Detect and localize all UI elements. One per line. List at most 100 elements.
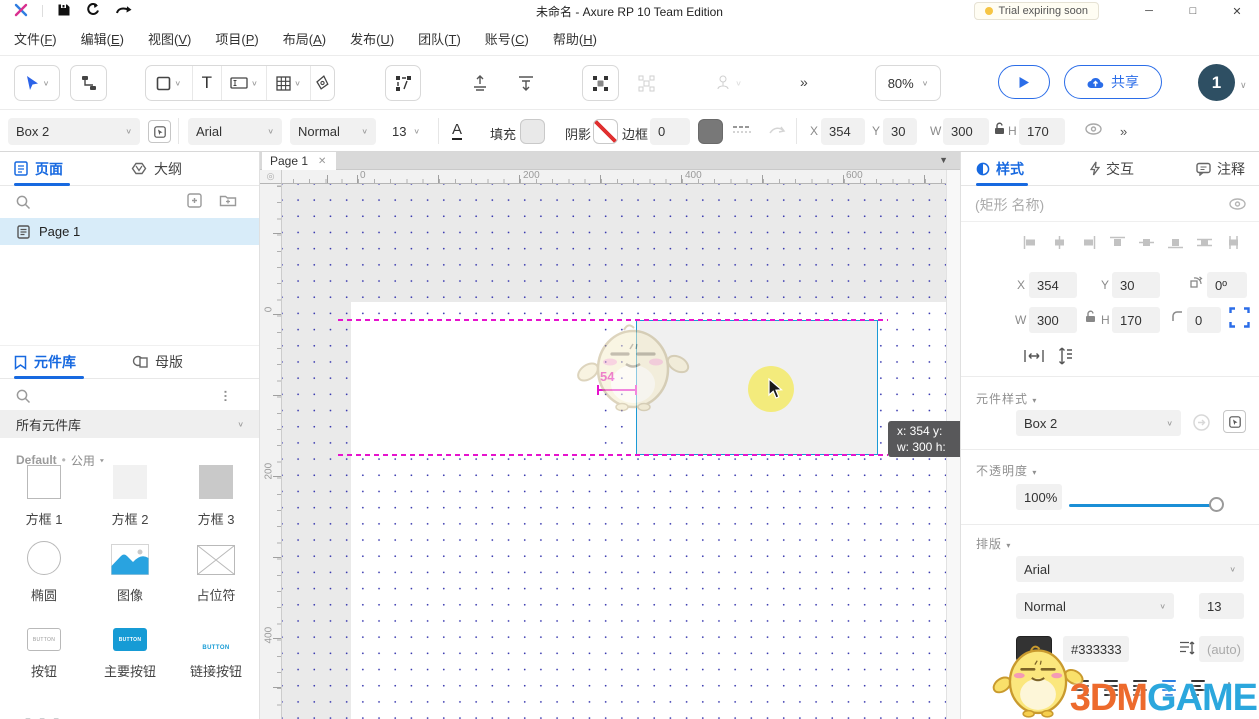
fill-color-swatch[interactable] <box>520 119 545 144</box>
ruler-origin-button[interactable]: ◎ <box>260 170 282 184</box>
widget-h3[interactable]: H3 <box>173 690 259 719</box>
lock-ratio-button[interactable] <box>994 122 1005 138</box>
distribute-button[interactable] <box>508 65 544 101</box>
zoom-select[interactable]: 80%∨ <box>875 65 941 101</box>
tab-masters[interactable]: 母版 <box>132 352 183 372</box>
search-icon[interactable] <box>16 195 31 210</box>
rectangle-tool-button[interactable]: ∨ <box>146 66 193 100</box>
undo-icon[interactable] <box>85 2 101 20</box>
border-width-input[interactable]: 0 <box>650 118 690 145</box>
close-tab-icon[interactable]: ✕ <box>318 156 326 167</box>
widget-primary-button[interactable]: BUTTON主要按钮 <box>87 614 173 690</box>
save-icon[interactable] <box>57 3 71 20</box>
account-chevron-icon[interactable]: ∨ <box>1240 80 1247 91</box>
close-button[interactable]: ✕ <box>1215 0 1259 22</box>
border-color-swatch[interactable] <box>698 119 723 144</box>
corner-radius-input[interactable]: 0 <box>1187 307 1221 333</box>
fit-width-icon[interactable] <box>1023 348 1045 367</box>
y-input[interactable]: 30 <box>883 118 917 145</box>
font-color-button[interactable]: A <box>452 121 462 140</box>
widget-style-header[interactable]: 元件样式 ▾ <box>976 390 1037 407</box>
shape-name-input[interactable]: (矩形 名称) <box>975 195 1044 215</box>
widget-box3[interactable]: 方框 3 <box>173 462 259 538</box>
style-picker-button[interactable] <box>1223 410 1246 433</box>
lock-ratio-icon[interactable] <box>1085 310 1096 326</box>
tab-style[interactable]: 样式 <box>976 159 1024 179</box>
y-input[interactable]: 30 <box>1112 272 1160 298</box>
maximize-button[interactable]: □ <box>1171 0 1215 22</box>
library-menu-button[interactable]: … <box>222 389 237 403</box>
widget-box2[interactable]: 方框 2 <box>87 462 173 538</box>
rotate-icon[interactable] <box>1189 275 1203 292</box>
widget-link-button[interactable]: BUTTON链接按钮 <box>173 614 259 690</box>
edit-points-button[interactable] <box>385 65 421 101</box>
minimize-button[interactable]: ─ <box>1127 0 1171 22</box>
redo-icon[interactable] <box>115 3 133 20</box>
w-input[interactable]: 300 <box>1029 307 1077 333</box>
style-picker-button[interactable] <box>148 120 171 143</box>
canvas-tab-page1[interactable]: Page 1✕ <box>262 152 336 170</box>
font-size-select[interactable]: 13∨ <box>384 118 428 145</box>
menu-item-C[interactable]: 账号(C) <box>485 29 529 48</box>
font-family-select[interactable]: Arial∨ <box>188 118 282 145</box>
widget-h1[interactable]: H1 <box>1 690 87 719</box>
connector-tool-button[interactable] <box>70 65 107 101</box>
text-tool-button[interactable]: T <box>193 66 223 100</box>
typography-header[interactable]: 排版 ▾ <box>976 535 1011 552</box>
menu-item-E[interactable]: 编辑(E) <box>81 29 124 48</box>
menu-item-U[interactable]: 发布(U) <box>350 29 394 48</box>
opacity-header[interactable]: 不透明度 ▾ <box>976 462 1037 479</box>
add-folder-button[interactable] <box>219 193 237 211</box>
propbar-overflow-button[interactable]: » <box>1120 124 1125 139</box>
select-tool-button[interactable]: ∨ <box>14 65 60 101</box>
search-icon[interactable] <box>16 389 31 404</box>
widget-box1[interactable]: 方框 1 <box>1 462 87 538</box>
textfield-tool-button[interactable]: ∨ <box>222 66 267 100</box>
widget-style-select[interactable]: Box 2∨ <box>8 118 140 145</box>
group-button[interactable] <box>582 65 619 101</box>
shadow-swatch[interactable] <box>593 119 618 144</box>
menu-item-A[interactable]: 布局(A) <box>283 29 326 48</box>
add-page-button[interactable] <box>186 193 203 211</box>
font-weight-select[interactable]: Normal∨ <box>1016 593 1174 619</box>
widget-image[interactable]: 图像 <box>87 538 173 614</box>
library-filter-select[interactable]: 所有元件库 ∨ <box>0 410 260 438</box>
menu-item-F[interactable]: 文件(F) <box>14 29 57 48</box>
visibility-toggle[interactable] <box>1229 197 1246 213</box>
tab-pages[interactable]: 页面 <box>14 159 63 179</box>
fit-height-icon[interactable] <box>1057 345 1073 370</box>
menu-item-P[interactable]: 项目(P) <box>215 29 258 48</box>
account-avatar[interactable]: 1 <box>1198 64 1235 101</box>
rotation-input[interactable]: 0º <box>1207 272 1247 298</box>
pen-tool-button[interactable] <box>311 66 334 100</box>
font-weight-select[interactable]: Normal∨ <box>290 118 376 145</box>
menu-item-V[interactable]: 视图(V) <box>148 29 191 48</box>
trial-badge[interactable]: Trial expiring soon <box>974 2 1099 20</box>
page-list-item[interactable]: Page 1 <box>0 218 259 245</box>
border-style-button[interactable] <box>732 123 752 140</box>
h-input[interactable]: 170 <box>1112 307 1160 333</box>
widget-placeholder[interactable]: 占位符 <box>173 538 259 614</box>
corner-select-button[interactable] <box>1229 307 1250 331</box>
existing-box-shape[interactable] <box>357 320 597 455</box>
visibility-button[interactable] <box>1085 123 1102 138</box>
toolbar-overflow-button[interactable]: » <box>800 74 806 90</box>
h-input[interactable]: 170 <box>1019 118 1065 145</box>
tab-outline[interactable]: 大纲 <box>131 159 182 179</box>
table-tool-button[interactable]: ∨ <box>267 66 312 100</box>
tab-widget-library[interactable]: 元件库 <box>14 352 76 372</box>
x-input[interactable]: 354 <box>821 118 865 145</box>
preview-button[interactable] <box>998 65 1050 99</box>
opacity-slider[interactable] <box>1069 504 1217 507</box>
tab-interactions[interactable]: 交互 <box>1090 159 1134 179</box>
widget-style-select[interactable]: Box 2∨ <box>1016 410 1181 436</box>
font-family-select[interactable]: Arial∨ <box>1016 556 1244 582</box>
widget-ellipse[interactable]: 椭圆 <box>1 538 87 614</box>
w-input[interactable]: 300 <box>943 118 989 145</box>
widget-h2[interactable]: H2 <box>87 690 173 719</box>
widget-button[interactable]: BUTTON按钮 <box>1 614 87 690</box>
menu-item-T[interactable]: 团队(T) <box>418 29 461 48</box>
canvas-viewport[interactable]: 54 <box>282 184 960 719</box>
align-button[interactable] <box>462 65 498 101</box>
opacity-slider-handle[interactable] <box>1209 497 1224 512</box>
